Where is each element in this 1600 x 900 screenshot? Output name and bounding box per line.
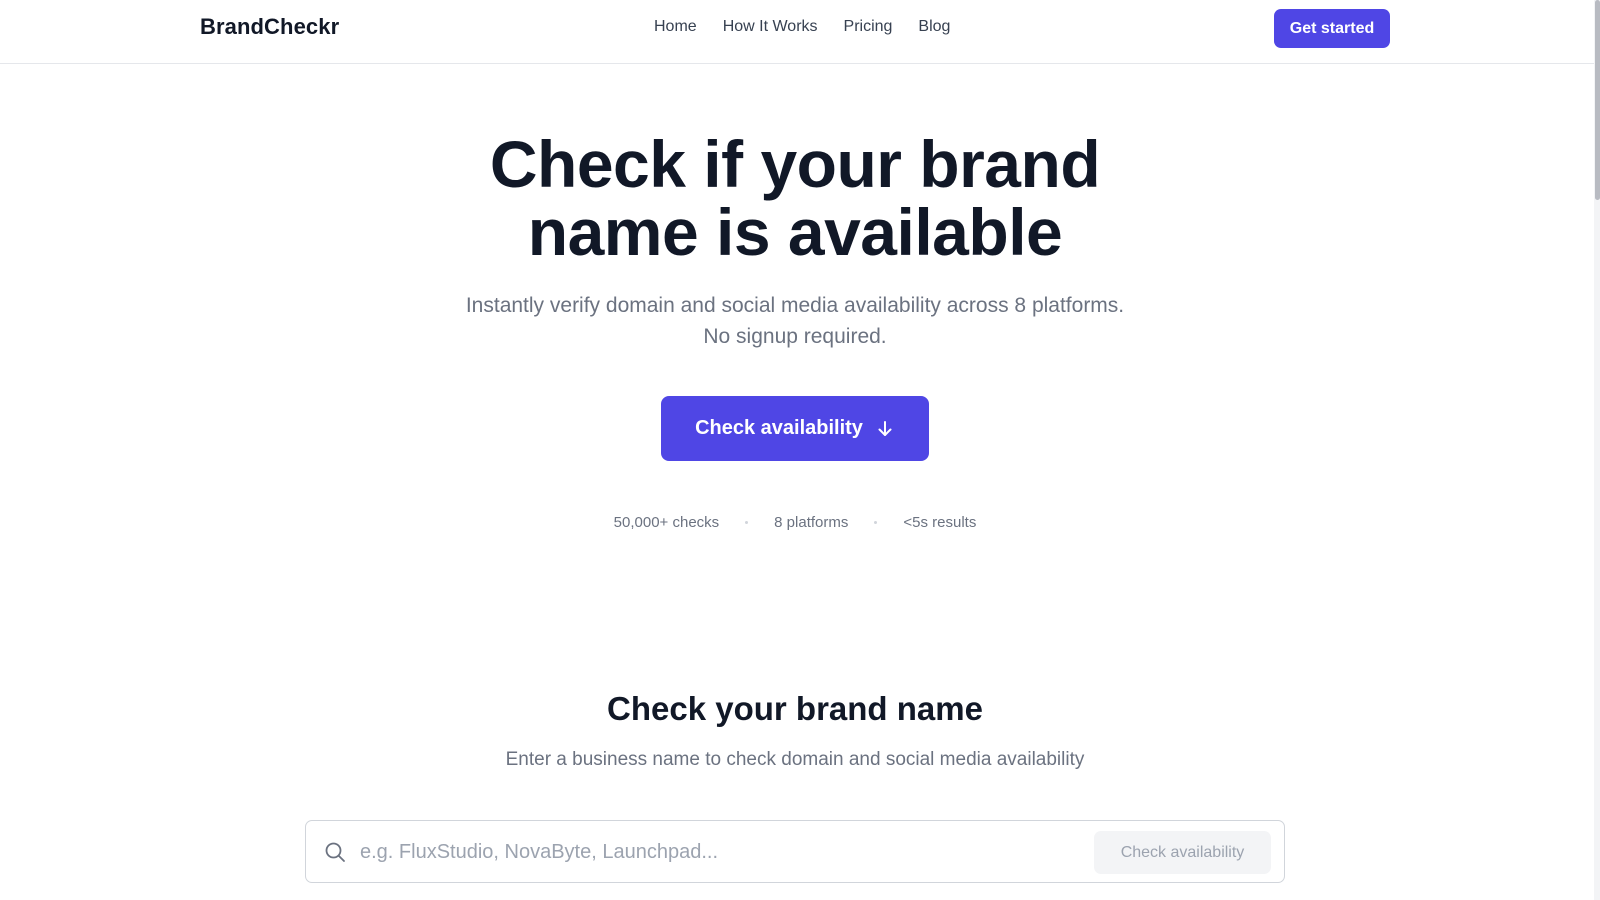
main-nav: Home How It Works Pricing Blog (654, 18, 950, 36)
check-section-title: Check your brand name (607, 690, 983, 727)
hero-cta-label: Check availability (695, 417, 863, 439)
stat-separator-dot (745, 521, 749, 524)
check-section-subtitle: Enter a business name to check domain an… (505, 749, 1085, 770)
search-icon (325, 842, 345, 862)
stat-speed: <5s results (903, 514, 977, 531)
scrollbar-thumb[interactable] (1595, 0, 1600, 200)
stat-checks: 50,000+ checks (613, 514, 720, 531)
brand-search-box: Check availability (305, 820, 1285, 883)
nav-link-how-it-works[interactable]: How It Works (723, 18, 818, 36)
brand-logo[interactable]: BrandCheckr (200, 14, 339, 40)
hero-title: Check if your brand name is available (0, 130, 1590, 266)
search-check-availability-button[interactable]: Check availability (1094, 831, 1271, 874)
arrow-down-icon (878, 420, 892, 436)
nav-link-blog[interactable]: Blog (918, 18, 950, 36)
stat-separator-dot (874, 521, 878, 524)
hero-title-line-2: name is available (527, 195, 1063, 269)
brand-name-input[interactable] (358, 831, 1058, 873)
page: BrandCheckr Home How It Works Pricing Bl… (0, 0, 1600, 900)
hero-check-availability-button[interactable]: Check availability (661, 396, 929, 461)
hero-subtitle: Instantly verify domain and social media… (0, 290, 1590, 352)
get-started-button[interactable]: Get started (1274, 9, 1390, 48)
nav-link-pricing[interactable]: Pricing (844, 18, 893, 36)
hero-stats: 50,000+ checks 8 platforms <5s results (0, 514, 1590, 531)
top-nav-bar: BrandCheckr Home How It Works Pricing Bl… (0, 0, 1594, 64)
hero-subtitle-line-2: No signup required. (703, 325, 887, 348)
nav-link-home[interactable]: Home (654, 18, 697, 36)
stat-platforms: 8 platforms (774, 514, 849, 531)
hero-title-line-1: Check if your brand (489, 127, 1101, 201)
hero-subtitle-line-1: Instantly verify domain and social media… (465, 294, 1125, 317)
